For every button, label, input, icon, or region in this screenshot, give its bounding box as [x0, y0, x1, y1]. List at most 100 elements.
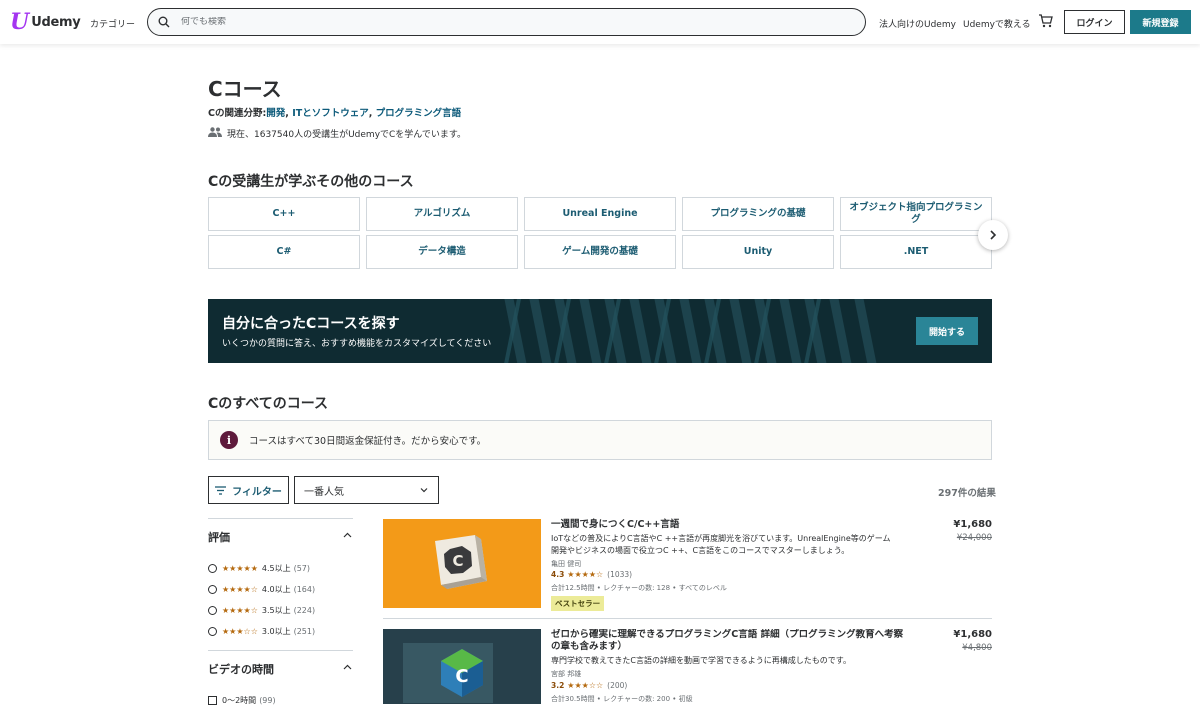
course-thumbnail[interactable]: C — [383, 629, 541, 704]
info-icon: i — [220, 431, 238, 449]
topic-button[interactable]: プログラミングの基礎 — [682, 197, 834, 231]
sort-select[interactable]: 一番人気 — [294, 476, 439, 504]
radio-button[interactable] — [208, 606, 217, 615]
rating-option[interactable]: ★★★☆☆ 3.0以上 (251) — [208, 626, 315, 637]
sidebar-divider — [208, 650, 353, 651]
related-link-dev[interactable]: 開発 — [266, 108, 285, 119]
radio-button[interactable] — [208, 564, 217, 573]
other-courses-heading: Cの受講生が学ぶその他のコース — [208, 174, 414, 190]
rating-facet-title[interactable]: 評価 — [208, 529, 230, 545]
rating-count: (164) — [293, 585, 316, 594]
original-price: ¥4,800 — [962, 643, 992, 653]
page-title: Cコース — [208, 77, 282, 101]
course-rating: 3.2 ★★★☆☆ (200) — [551, 681, 627, 690]
original-price: ¥24,000 — [956, 533, 992, 543]
start-button[interactable]: 開始する — [916, 317, 978, 345]
c-language-hexagon-icon: C — [383, 629, 541, 704]
duration-label: 0〜2時間 — [222, 696, 257, 705]
rating-option[interactable]: ★★★★★ 4.5以上 (57) — [208, 563, 310, 574]
categories-menu[interactable]: カテゴリー — [90, 17, 135, 30]
course-finder-banner: 自分に合ったCコースを探す いくつかの質問に答え、おすすめ機能をカスタマイズして… — [208, 299, 992, 363]
rating-count: (224) — [293, 606, 316, 615]
people-icon — [208, 127, 222, 140]
c-language-key-icon: C — [383, 519, 541, 608]
login-button[interactable]: ログイン — [1064, 10, 1125, 34]
rating-count: (251) — [293, 627, 316, 636]
course-meta: 合計30.5時間 • レクチャーの数: 200 • 初級 — [551, 695, 693, 703]
course-title[interactable]: 一週間で身につくC/C++言語 — [551, 519, 911, 531]
refund-notice: i コースはすべて30日間返金保証付き。だから安心です。 — [208, 420, 992, 460]
search-icon[interactable] — [157, 15, 171, 29]
rating-count: (57) — [293, 564, 311, 573]
filter-label: フィルター — [232, 486, 282, 498]
carousel-next-button[interactable] — [978, 220, 1008, 250]
topic-button[interactable]: アルゴリズム — [366, 197, 518, 231]
udemy-logo[interactable]: U Udemy — [10, 11, 81, 33]
related-link-it[interactable]: ITとソフトウェア — [292, 108, 369, 119]
star-rating-icon: ★★★★☆ — [222, 606, 258, 615]
course-instructor: 亀田 健司 — [551, 560, 582, 568]
banner-title: 自分に合ったCコースを探す — [222, 316, 400, 332]
teach-link[interactable]: Udemyで教える — [963, 17, 1031, 30]
topic-button[interactable]: Unity — [682, 235, 834, 269]
chevron-down-icon — [420, 488, 428, 493]
topic-button[interactable]: .NET — [840, 235, 992, 269]
rating-label: 3.0以上 — [261, 627, 291, 636]
business-link[interactable]: 法人向けのUdemy — [879, 17, 956, 30]
rating-label: 4.0以上 — [261, 585, 291, 594]
rating-option[interactable]: ★★★★☆ 3.5以上 (224) — [208, 605, 315, 616]
course-title[interactable]: ゼロから確実に理解できるプログラミングC言語 詳細（プログラミング教育へ考察の章… — [551, 629, 911, 653]
bestseller-badge: ベストセラー — [551, 596, 605, 611]
learners-text: 現在、1637540人の受講生がUdemyでCを学んでいます。 — [227, 130, 466, 140]
star-rating-icon: ★★★☆☆ — [567, 681, 604, 690]
rating-label: 3.5以上 — [261, 606, 291, 615]
filter-button[interactable]: フィルター — [208, 476, 289, 504]
duration-option[interactable]: 0〜2時間 (99) — [208, 695, 276, 706]
related-link-languages[interactable]: プログラミング言語 — [376, 108, 462, 119]
star-rating-icon: ★★★★☆ — [222, 585, 258, 594]
course-meta: 合計12.5時間 • レクチャーの数: 128 • すべてのレベル — [551, 584, 727, 592]
rating-value: 4.3 — [551, 570, 565, 579]
search-input[interactable] — [181, 17, 781, 27]
topic-grid: C++ アルゴリズム Unreal Engine プログラミングの基礎 オブジェ… — [208, 197, 992, 269]
rating-value: 3.2 — [551, 681, 565, 690]
sidebar-divider — [208, 518, 353, 519]
radio-button[interactable] — [208, 627, 217, 636]
chevron-up-icon[interactable] — [343, 663, 352, 672]
learners-info: 現在、1637540人の受講生がUdemyでCを学んでいます。 — [208, 127, 466, 140]
all-courses-heading: Cのすべてのコース — [208, 396, 329, 412]
video-duration-facet-title[interactable]: ビデオの時間 — [208, 661, 274, 677]
topic-button[interactable]: オブジェクト指向プログラミング — [840, 197, 992, 231]
review-count: (200) — [607, 681, 628, 690]
rating-option[interactable]: ★★★★☆ 4.0以上 (164) — [208, 584, 315, 595]
topic-button[interactable]: C++ — [208, 197, 360, 231]
course-card[interactable]: C 一週間で身につくC/C++言語 IoTなどの普及によりC言語やC ++言語が… — [383, 519, 992, 611]
search-bar[interactable] — [147, 8, 866, 36]
rating-label: 4.5以上 — [261, 564, 291, 573]
topic-button[interactable]: ゲーム開発の基礎 — [524, 235, 676, 269]
star-rating-icon: ★★★★☆ — [567, 570, 604, 579]
course-price: ¥1,680 — [953, 519, 992, 530]
related-prefix: Cの関連分野: — [208, 108, 267, 119]
course-divider — [383, 618, 992, 619]
course-rating: 4.3 ★★★★☆ (1033) — [551, 570, 632, 579]
topic-button[interactable]: データ構造 — [366, 235, 518, 269]
star-rating-icon: ★★★☆☆ — [222, 627, 258, 636]
banner-subtitle: いくつかの質問に答え、おすすめ機能をカスタマイズしてください — [222, 339, 492, 349]
cart-icon[interactable] — [1038, 13, 1054, 29]
radio-button[interactable] — [208, 585, 217, 594]
topic-button[interactable]: C# — [208, 235, 360, 269]
results-count: 297件の結果 — [938, 488, 996, 499]
review-count: (1033) — [607, 570, 633, 579]
signup-button[interactable]: 新規登録 — [1130, 10, 1191, 34]
course-thumbnail[interactable]: C — [383, 519, 541, 608]
star-rating-icon: ★★★★★ — [222, 564, 258, 573]
top-nav-bar: U Udemy カテゴリー 法人向けのUdemy Udemyで教える ログイン … — [0, 0, 1200, 44]
sort-value: 一番人気 — [304, 486, 344, 498]
chevron-up-icon[interactable] — [343, 531, 352, 540]
course-card[interactable]: C ゼロから確実に理解できるプログラミングC言語 詳細（プログラミング教育へ考察… — [383, 629, 992, 704]
course-price: ¥1,680 — [953, 629, 992, 640]
topic-button[interactable]: Unreal Engine — [524, 197, 676, 231]
notice-text: コースはすべて30日間返金保証付き。だから安心です。 — [249, 436, 487, 447]
course-instructor: 宮部 邦雄 — [551, 670, 582, 678]
